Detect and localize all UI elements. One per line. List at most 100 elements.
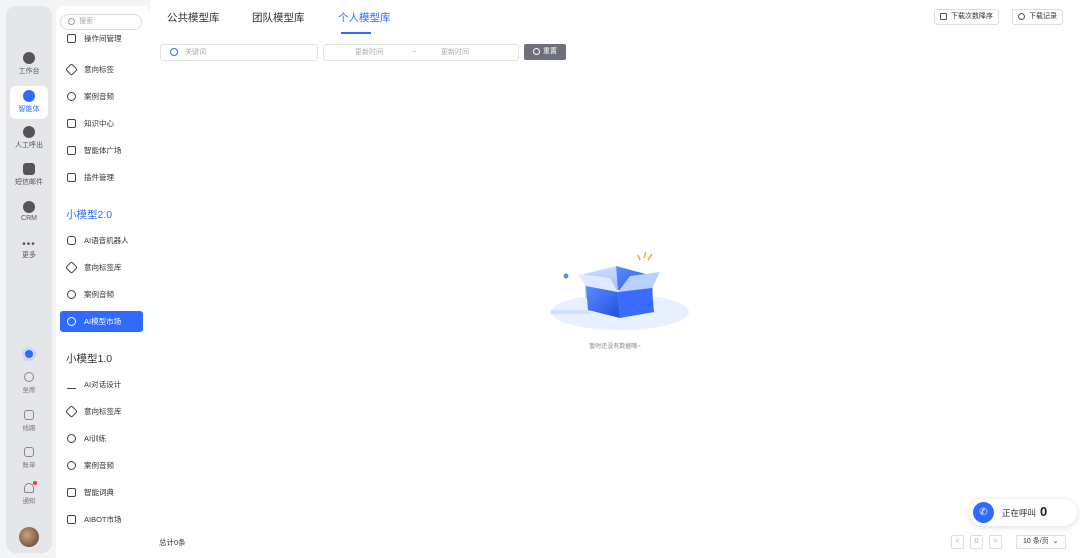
sidebar-item-label: 案例音频 — [84, 92, 114, 101]
search-icon — [170, 48, 178, 56]
agent-icon — [23, 90, 35, 102]
rail-label: 通知 — [22, 498, 36, 505]
section-title-small-model-1: 小模型1.0 — [66, 353, 113, 365]
sidebar-item-ai-voice-robot[interactable]: AI语音机器人 — [60, 230, 143, 251]
search-input[interactable]: 搜索 — [60, 14, 142, 30]
sidebar-item-label: AI对话设计 — [84, 380, 122, 389]
rail-label: 人工呼出 — [15, 142, 43, 149]
page-size-select[interactable]: 10 条/页 ⌄ — [1016, 535, 1066, 549]
line-icon — [24, 410, 34, 420]
sidebar-item-label: AI模型市场 — [84, 317, 122, 326]
status-indicator-icon — [22, 347, 36, 361]
smile-icon — [67, 434, 76, 443]
sidebar-item-aibot-market[interactable]: AIBOT市场 — [60, 509, 143, 530]
sidebar-item-label: 案例音频 — [84, 290, 114, 299]
sidebar-item-plugin-management[interactable]: 插件管理 — [60, 167, 143, 188]
sidebar-item-case-audio[interactable]: 案例音频 — [60, 86, 143, 107]
rail-item-manual-call[interactable]: 人工呼出 — [6, 126, 52, 150]
download-record-button[interactable]: 下载记录 — [1012, 9, 1063, 25]
tag-icon — [65, 405, 78, 418]
book-icon — [67, 119, 76, 128]
page-size-value: 10 条/页 — [1023, 538, 1049, 545]
sidebar-item-label: AIBOT市场 — [84, 515, 122, 524]
calling-count: 0 — [1040, 504, 1048, 519]
sidebar-item-label: 智能词典 — [84, 488, 114, 497]
phone-icon: ✆ — [973, 502, 994, 523]
chevron-down-icon: ⌄ — [1052, 538, 1059, 545]
sidebar-item-label: 意向标签 — [84, 65, 114, 74]
rail-item-bill[interactable]: 账单 — [6, 447, 52, 469]
tab-public-model-library[interactable]: 公共模型库 — [167, 10, 220, 25]
date-range-picker[interactable]: 更新时间 ~ 更新时间 — [323, 44, 519, 61]
keyword-input[interactable]: 关键词 — [160, 44, 318, 61]
empty-state-text: 暂时还没有数据哦~ — [589, 344, 641, 350]
pager-next-button[interactable]: > — [989, 535, 1002, 549]
sidebar-item-intent-tags[interactable]: 意向标签 — [60, 59, 143, 80]
rail-item-notify[interactable]: 通知 — [6, 483, 52, 505]
pen-icon — [67, 380, 76, 389]
search-placeholder: 搜索 — [79, 18, 93, 25]
tag-icon — [65, 63, 78, 76]
sidebar-item-ai-training[interactable]: AI训练 — [60, 428, 143, 449]
pager-prev-button[interactable]: < — [951, 535, 964, 549]
more-dots-icon: ••• — [22, 239, 36, 250]
sidebar-item-operation-room[interactable]: 操作间管理 — [60, 34, 143, 48]
calling-widget[interactable]: ✆ 正在呼叫 0 — [969, 499, 1077, 526]
sidebar-item-label: 知识中心 — [84, 119, 114, 128]
sidebar-item-intent-tag-library[interactable]: 意向标签库 — [60, 257, 143, 278]
sidebar-item-intent-tag-library-v1[interactable]: 意向标签库 — [60, 401, 143, 422]
section-title-small-model-2: 小模型2.0 — [66, 209, 113, 221]
sidebar-item-case-audio-v1[interactable]: 案例音频 — [60, 455, 143, 476]
keyword-placeholder: 关键词 — [185, 49, 206, 56]
rail-item-sms-mail[interactable]: 短信邮件 — [6, 163, 52, 187]
download-sort-button[interactable]: 下载次数降序 — [934, 9, 999, 25]
tag-icon — [65, 261, 78, 274]
active-tab-indicator — [341, 32, 371, 34]
rail-item-workbench[interactable]: 工作台 — [6, 52, 52, 76]
sidebar-item-label: 智能体广场 — [84, 146, 122, 155]
download-record-label: 下载记录 — [1029, 13, 1057, 20]
rail-label: 智能体 — [18, 106, 40, 113]
sidebar-item-ai-model-market[interactable]: AI模型市场 — [60, 311, 143, 332]
download-sort-label: 下载次数降序 — [951, 13, 993, 20]
voicemail-icon — [67, 92, 76, 101]
sidebar-item-label: 意向标签库 — [84, 407, 122, 416]
rail-item-line[interactable]: 线路 — [6, 410, 52, 432]
bell-icon — [24, 483, 34, 493]
sidebar-item-knowledge-center[interactable]: 知识中心 — [60, 113, 143, 134]
sidebar-item-label: 操作间管理 — [84, 34, 122, 43]
app: 工作台 智能体 人工呼出 短信邮件 CRM ••• 更多 坐席 线路 账单 通知… — [0, 0, 1080, 558]
rail-item-seat[interactable]: 坐席 — [6, 372, 52, 394]
total-count: 总计0条 — [159, 538, 186, 547]
sidebar-item-smart-dictionary[interactable]: 智能词典 — [60, 482, 143, 503]
date-separator: ~ — [412, 49, 417, 56]
sidebar-item-label: 案例音频 — [84, 461, 114, 470]
rail-item-crm[interactable]: CRM — [6, 201, 52, 222]
calling-label: 正在呼叫 — [1002, 508, 1037, 518]
sidebar-item-case-audio-2[interactable]: 案例音频 — [60, 284, 143, 305]
sidebar-item-ai-dialog-design[interactable]: AI对话设计 — [60, 374, 143, 395]
message-icon — [23, 163, 35, 175]
rail-label: 工作台 — [18, 68, 40, 75]
voicemail-icon — [67, 461, 76, 470]
tab-team-model-library[interactable]: 团队模型库 — [252, 10, 305, 25]
rail-label: 短信邮件 — [15, 179, 43, 186]
left-rail: 工作台 智能体 人工呼出 短信邮件 CRM ••• 更多 坐席 线路 账单 通知 — [6, 6, 52, 553]
sidebar-item-label: AI训练 — [84, 434, 107, 443]
reset-label: 重置 — [543, 48, 557, 55]
seat-icon — [24, 372, 34, 382]
empty-box-illustration — [550, 251, 689, 330]
tab-personal-model-library[interactable]: 个人模型库 — [338, 10, 391, 25]
chat-window-icon — [67, 515, 76, 524]
avatar[interactable] — [19, 527, 39, 547]
bill-icon — [24, 447, 34, 457]
rail-item-agent[interactable]: 智能体 — [10, 86, 48, 119]
reset-button[interactable]: 重置 — [524, 44, 566, 60]
pager-page-number[interactable]: 0 — [970, 535, 983, 549]
rail-item-more[interactable]: ••• 更多 — [6, 240, 52, 260]
sidebar-item-agent-plaza[interactable]: 智能体广场 — [60, 140, 143, 161]
rail-label: 更多 — [22, 252, 36, 259]
headset-icon — [23, 126, 35, 138]
model-market-icon — [67, 317, 76, 326]
search-icon — [68, 18, 75, 25]
